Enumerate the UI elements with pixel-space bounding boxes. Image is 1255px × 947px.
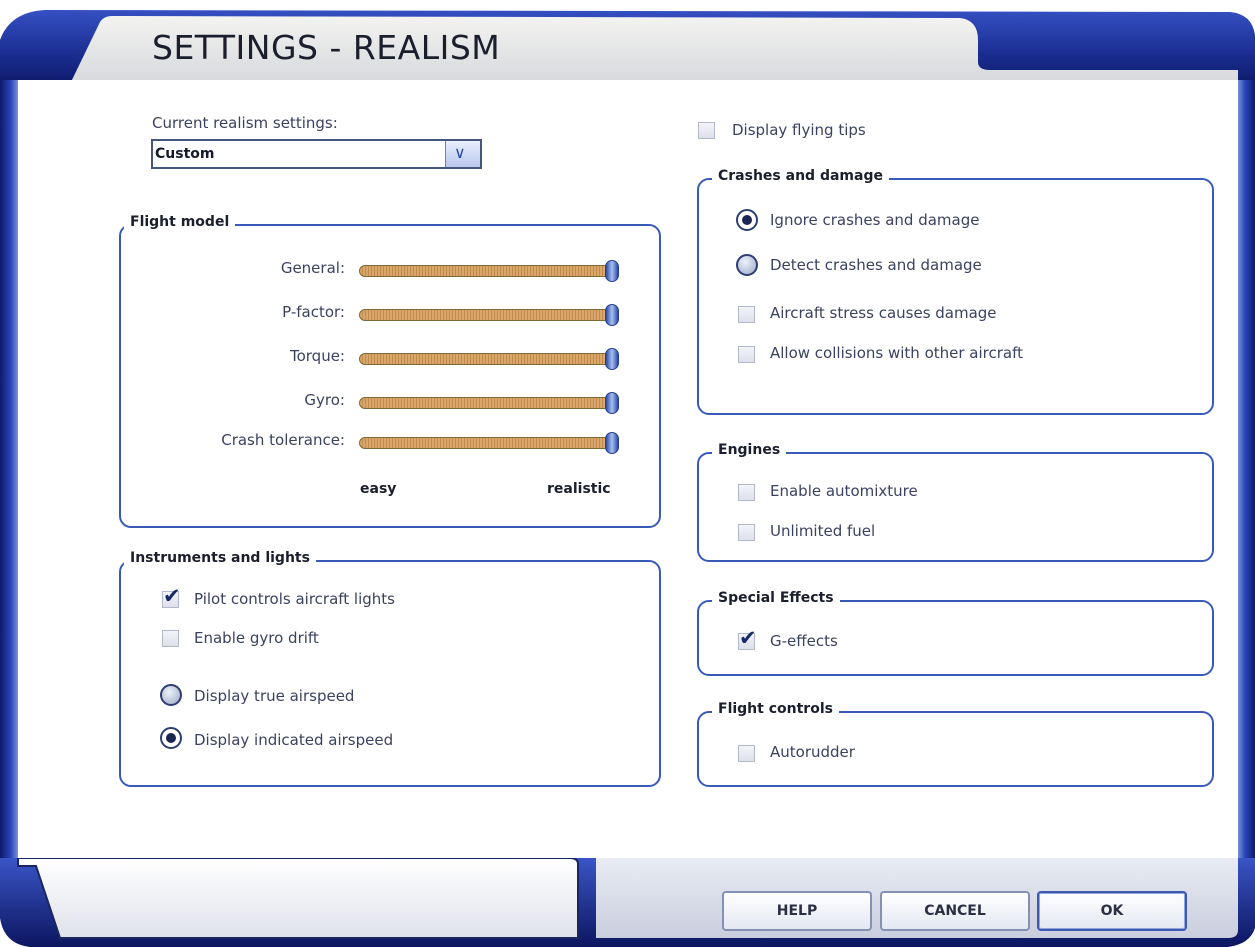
realism-value: Custom xyxy=(155,146,215,162)
indicated-airspeed-radio[interactable] xyxy=(160,727,182,749)
automixture-label[interactable]: Enable automixture xyxy=(770,482,918,500)
radio-selected-icon xyxy=(742,215,752,225)
slider-thumb[interactable] xyxy=(605,432,619,454)
pilot-lights-checkbox[interactable]: ✔ xyxy=(162,584,181,608)
scale-realistic-label: realistic xyxy=(547,481,611,497)
realism-label: Current realism settings: xyxy=(152,114,338,132)
stress-damage-label[interactable]: Aircraft stress causes damage xyxy=(770,304,997,322)
realism-dropdown[interactable]: Custom ∨ xyxy=(151,139,482,169)
gyro-drift-checkbox[interactable] xyxy=(162,630,179,647)
unlimited-fuel-label[interactable]: Unlimited fuel xyxy=(770,522,875,540)
frame-right xyxy=(1238,80,1255,870)
p-factor-slider[interactable] xyxy=(359,304,621,326)
p-factor-label: P-factor: xyxy=(282,303,345,321)
slider-thumb[interactable] xyxy=(605,304,619,326)
crashes-title: Crashes and damage xyxy=(712,168,889,184)
slider-thumb[interactable] xyxy=(605,260,619,282)
gyro-drift-label[interactable]: Enable gyro drift xyxy=(194,629,319,647)
ignore-crashes-radio[interactable] xyxy=(736,209,758,231)
dropdown-button[interactable]: ∨ xyxy=(445,141,480,167)
torque-label: Torque: xyxy=(289,347,345,365)
flying-tips-label[interactable]: Display flying tips xyxy=(732,121,866,139)
slider-thumb[interactable] xyxy=(605,348,619,370)
detect-crashes-radio[interactable] xyxy=(736,254,758,276)
checkmark-icon: ✔ xyxy=(163,584,181,608)
crash-tolerance-label: Crash tolerance: xyxy=(221,431,345,449)
g-effects-label[interactable]: G-effects xyxy=(770,632,838,650)
collisions-checkbox[interactable] xyxy=(738,346,755,363)
flying-tips-checkbox[interactable] xyxy=(698,122,715,139)
general-label: General: xyxy=(280,259,345,277)
crash-tolerance-slider[interactable] xyxy=(359,432,621,454)
scale-easy-label: easy xyxy=(360,481,397,497)
gyro-slider[interactable] xyxy=(359,392,621,414)
general-slider[interactable] xyxy=(359,260,621,282)
true-airspeed-radio[interactable] xyxy=(160,684,182,706)
torque-slider[interactable] xyxy=(359,348,621,370)
frame-left xyxy=(0,80,18,870)
radio-selected-icon xyxy=(166,733,176,743)
pilot-lights-label[interactable]: Pilot controls aircraft lights xyxy=(194,590,395,608)
indicated-airspeed-label[interactable]: Display indicated airspeed xyxy=(194,731,393,749)
collisions-label[interactable]: Allow collisions with other aircraft xyxy=(770,344,1023,362)
automixture-checkbox[interactable] xyxy=(738,484,755,501)
flight-model-title: Flight model xyxy=(124,214,236,230)
autorudder-label[interactable]: Autorudder xyxy=(770,743,855,761)
ignore-crashes-label[interactable]: Ignore crashes and damage xyxy=(770,211,979,229)
engines-group xyxy=(697,452,1214,562)
chevron-down-icon: ∨ xyxy=(454,143,466,162)
g-effects-checkbox[interactable]: ✔ xyxy=(738,626,757,650)
slider-thumb[interactable] xyxy=(605,392,619,414)
instruments-title: Instruments and lights xyxy=(124,550,316,566)
stress-damage-checkbox[interactable] xyxy=(738,306,755,323)
true-airspeed-label[interactable]: Display true airspeed xyxy=(194,687,354,705)
special-effects-title: Special Effects xyxy=(712,590,840,606)
cancel-button[interactable]: CANCEL xyxy=(880,891,1030,931)
engines-title: Engines xyxy=(712,442,787,458)
page-title: SETTINGS - REALISM xyxy=(152,28,501,67)
gyro-label: Gyro: xyxy=(304,391,345,409)
detect-crashes-label[interactable]: Detect crashes and damage xyxy=(770,256,982,274)
checkmark-icon: ✔ xyxy=(739,626,757,650)
flight-controls-title: Flight controls xyxy=(712,701,839,717)
help-button[interactable]: HELP xyxy=(722,891,872,931)
unlimited-fuel-checkbox[interactable] xyxy=(738,524,755,541)
autorudder-checkbox[interactable] xyxy=(738,745,755,762)
ok-button[interactable]: OK xyxy=(1037,891,1187,931)
